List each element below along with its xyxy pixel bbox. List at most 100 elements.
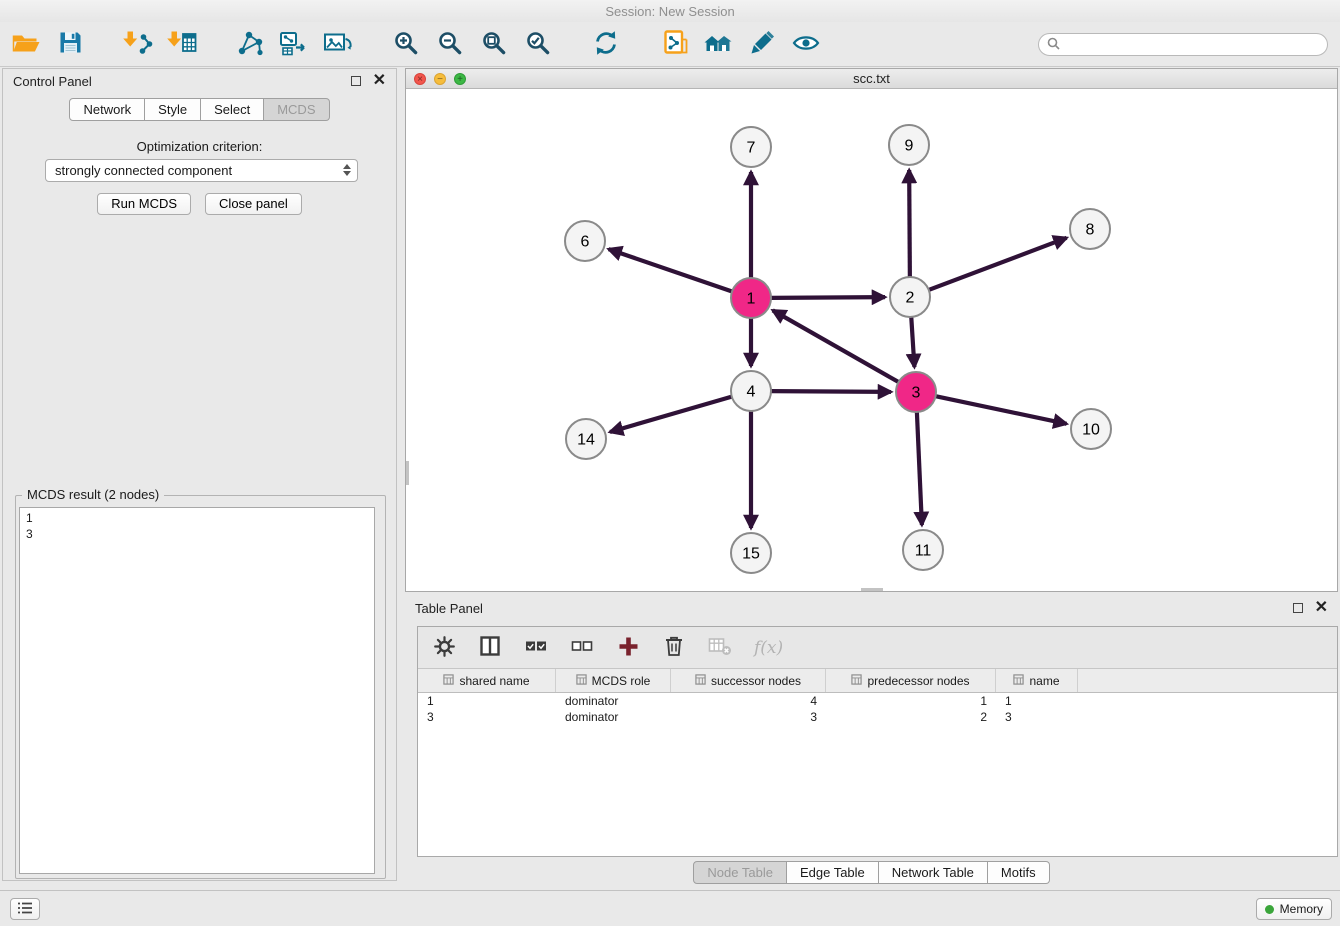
graph-node-7[interactable]: 7 [731, 127, 771, 167]
plus-icon [618, 636, 639, 660]
refresh-layout-button[interactable] [588, 26, 624, 62]
graph-node-label: 2 [906, 290, 915, 307]
graph-node-6[interactable]: 6 [565, 221, 605, 261]
column-header-mcds-role[interactable]: MCDS role [556, 669, 671, 692]
new-network-button[interactable] [232, 26, 268, 62]
zoom-selected-button[interactable] [520, 26, 556, 62]
graph-node-9[interactable]: 9 [889, 125, 929, 165]
panel-splitter-handle-left[interactable] [406, 461, 409, 485]
create-column-button[interactable] [616, 636, 640, 660]
eye-icon [792, 30, 820, 59]
column-header-name[interactable]: name [996, 669, 1078, 692]
zoom-fit-content-button[interactable] [476, 26, 512, 62]
delete-column-button[interactable] [662, 635, 686, 660]
table-tab-node-table[interactable]: Node Table [693, 861, 787, 884]
close-panel-button[interactable]: Close panel [205, 193, 302, 215]
tab-mcds[interactable]: MCDS [264, 98, 329, 121]
table-tab-edge-table[interactable]: Edge Table [787, 861, 879, 884]
tab-select[interactable]: Select [201, 98, 264, 121]
table-cell-shared-name[interactable]: 3 [418, 710, 556, 724]
graph-node-14[interactable]: 14 [566, 419, 606, 459]
graph-edge-4-14[interactable] [610, 397, 732, 432]
close-table-panel-icon[interactable]: ✕ [1315, 602, 1328, 614]
deselect-all-rows-button[interactable] [570, 639, 594, 656]
import-table-from-file-button[interactable] [164, 26, 200, 62]
network-and-table-button[interactable] [276, 26, 312, 62]
graph-edge-2-8[interactable] [929, 238, 1067, 290]
panel-splitter-handle-bottom[interactable] [861, 588, 883, 591]
show-hide-button[interactable] [788, 26, 824, 62]
minimize-window-button[interactable]: − [434, 73, 446, 85]
column-header-successor-nodes[interactable]: successor nodes [671, 669, 826, 692]
table-cell-predecessor-nodes[interactable]: 2 [826, 710, 996, 724]
mcds-result-text[interactable]: 1 3 [19, 507, 375, 874]
table-cell-name[interactable]: 3 [996, 710, 1078, 724]
table-tab-motifs[interactable]: Motifs [988, 861, 1050, 884]
graph-edge-4-3[interactable] [771, 391, 891, 392]
graph-edge-1-6[interactable] [609, 249, 732, 291]
graph-node-3[interactable]: 3 [896, 372, 936, 412]
run-mcds-button[interactable]: Run MCDS [97, 193, 191, 215]
close-window-button[interactable]: × [414, 73, 426, 85]
column-header-label: predecessor nodes [867, 674, 969, 688]
table-tab-network-table[interactable]: Network Table [879, 861, 988, 884]
gear-icon [434, 636, 455, 660]
graph-node-11[interactable]: 11 [903, 530, 943, 570]
graph-node-label: 6 [581, 234, 590, 251]
graph-node-label: 14 [577, 432, 595, 449]
import-network-from-file-button[interactable] [120, 26, 156, 62]
table-settings-button[interactable] [432, 636, 456, 660]
table-cell-shared-name[interactable]: 1 [418, 694, 556, 708]
column-type-icon [443, 674, 454, 688]
zoom-window-button[interactable]: + [454, 73, 466, 85]
table-cell-successor-nodes[interactable]: 4 [671, 694, 826, 708]
graph-edge-3-1[interactable] [773, 310, 899, 382]
graph-node-8[interactable]: 8 [1070, 209, 1110, 249]
network-canvas-area[interactable]: 7 9 6 8 1 2 4 3 14 10 15 11 [406, 89, 1337, 591]
graph-edge-3-11[interactable] [917, 412, 922, 525]
task-history-button[interactable] [10, 898, 40, 920]
duplicate-network-button[interactable] [656, 26, 692, 62]
table-cell-name[interactable]: 1 [996, 694, 1078, 708]
search-input[interactable] [1065, 38, 1319, 52]
graph-node-15[interactable]: 15 [731, 533, 771, 573]
column-header-predecessor-nodes[interactable]: predecessor nodes [826, 669, 996, 692]
float-panel-button[interactable] [351, 76, 361, 86]
zoom-fit-icon [481, 30, 507, 59]
graph-node-1[interactable]: 1 [731, 278, 771, 318]
graph-node-label: 1 [747, 291, 756, 308]
save-session-button[interactable] [52, 26, 88, 62]
graph-edge-1-2[interactable] [771, 297, 885, 298]
tab-network[interactable]: Network [69, 98, 145, 121]
zoom-out-button[interactable] [432, 26, 468, 62]
column-header-shared-name[interactable]: shared name [418, 669, 556, 692]
graph-node-4[interactable]: 4 [731, 371, 771, 411]
table-cell-predecessor-nodes[interactable]: 1 [826, 694, 996, 708]
export-image-button[interactable] [320, 26, 356, 62]
memory-button[interactable]: Memory [1256, 898, 1332, 920]
table-cell-mcds-role[interactable]: dominator [556, 694, 671, 708]
table-row[interactable]: 1dominator411 [418, 693, 1337, 709]
float-table-panel-button[interactable] [1293, 603, 1303, 613]
graph-node-2[interactable]: 2 [890, 277, 930, 317]
table-cell-successor-nodes[interactable]: 3 [671, 710, 826, 724]
zoom-in-icon [393, 30, 419, 59]
close-panel-icon[interactable]: ✕ [373, 75, 386, 87]
tab-style[interactable]: Style [145, 98, 201, 121]
table-body[interactable]: 1dominator4113dominator323 [418, 693, 1337, 856]
search-box[interactable] [1038, 33, 1328, 56]
graph-edge-3-10[interactable] [936, 396, 1067, 424]
column-visibility-button[interactable] [478, 636, 502, 659]
table-cell-mcds-role[interactable]: dominator [556, 710, 671, 724]
criterion-dropdown[interactable]: strongly connected component [45, 159, 358, 182]
apply-style-button[interactable] [744, 26, 780, 62]
network-canvas[interactable]: 7 9 6 8 1 2 4 3 14 10 15 11 [406, 89, 1337, 591]
graph-node-10[interactable]: 10 [1071, 409, 1111, 449]
first-neighbors-button[interactable] [700, 26, 736, 62]
graph-edge-2-9[interactable] [909, 170, 910, 277]
graph-edge-2-3[interactable] [911, 317, 914, 367]
open-session-button[interactable] [8, 26, 44, 62]
select-all-rows-button[interactable] [524, 639, 548, 656]
table-row[interactable]: 3dominator323 [418, 709, 1337, 725]
zoom-in-button[interactable] [388, 26, 424, 62]
